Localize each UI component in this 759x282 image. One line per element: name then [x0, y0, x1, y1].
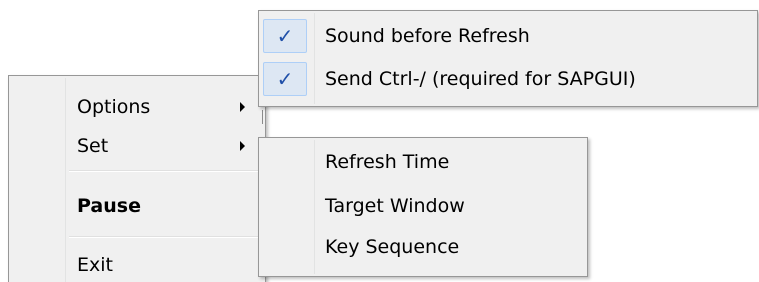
- menu-item-exit[interactable]: Exit: [9, 248, 265, 282]
- chevron-right-icon: [240, 102, 245, 112]
- chevron-right-icon: [240, 141, 245, 151]
- menu-item-sound-before-refresh[interactable]: ✓ Sound before Refresh: [259, 15, 757, 57]
- menu-item-label: Options: [77, 96, 151, 118]
- menu-item-label: Key Sequence: [325, 236, 460, 258]
- desktop-area: Options Set Pause Exit ✓ Sound before Re…: [0, 0, 759, 282]
- menu-item-pause[interactable]: Pause: [9, 189, 265, 223]
- menu-item-label: Exit: [77, 254, 113, 276]
- options-submenu: ✓ Sound before Refresh ✓ Send Ctrl-/ (re…: [258, 10, 758, 107]
- menu-item-label: Set: [77, 135, 109, 157]
- checkmark-icon: ✓: [276, 67, 294, 91]
- menu-item-set[interactable]: Set: [9, 129, 265, 163]
- menu-item-target-window[interactable]: Target Window: [259, 189, 587, 223]
- menu-item-label: Pause: [77, 195, 141, 217]
- menu-item-label: Target Window: [325, 195, 465, 217]
- checkmark-highlight: ✓: [263, 62, 307, 96]
- checkmark-icon: ✓: [276, 24, 294, 48]
- menu-item-label: Send Ctrl-/ (required for SAPGUI): [325, 68, 636, 90]
- menu-item-options[interactable]: Options: [9, 90, 265, 124]
- menu-item-refresh-time[interactable]: Refresh Time: [259, 145, 587, 179]
- checkmark-highlight: ✓: [263, 19, 307, 53]
- menu-item-send-ctrl-slash[interactable]: ✓ Send Ctrl-/ (required for SAPGUI): [259, 58, 757, 100]
- context-menu: Options Set Pause Exit: [8, 75, 266, 282]
- menu-separator: [69, 236, 263, 238]
- menu-item-label: Refresh Time: [325, 151, 450, 173]
- menu-item-key-sequence[interactable]: Key Sequence: [259, 230, 587, 264]
- menu-item-label: Sound before Refresh: [325, 25, 530, 47]
- menu-connector-mark: [262, 110, 263, 124]
- set-submenu: Refresh Time Target Window Key Sequence: [258, 137, 588, 277]
- menu-separator: [69, 170, 263, 172]
